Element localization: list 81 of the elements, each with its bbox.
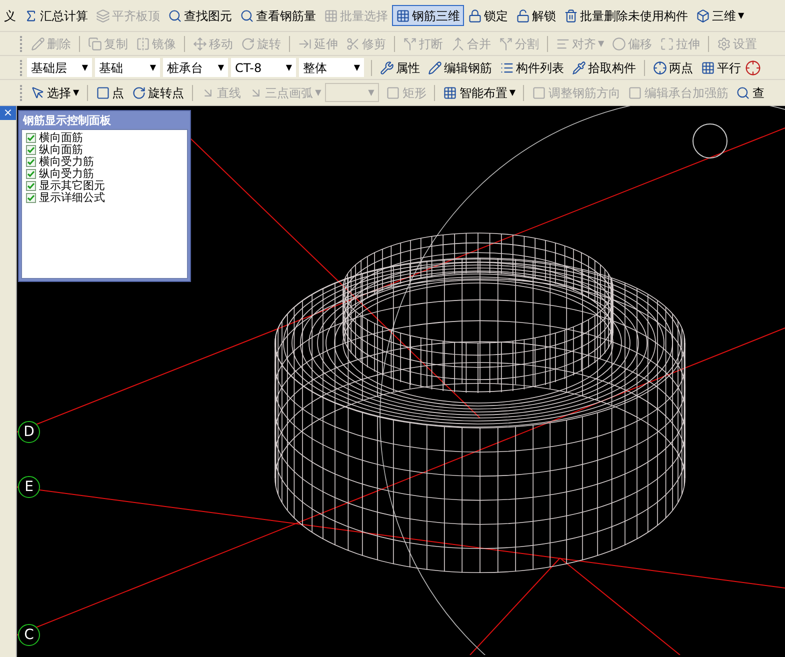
close-button[interactable]: × bbox=[0, 106, 16, 120]
pointer-icon bbox=[31, 86, 45, 100]
pivot-circle bbox=[692, 124, 728, 158]
search-icon bbox=[168, 8, 182, 22]
option-label: 显示详细公式 bbox=[39, 192, 105, 204]
extend-icon bbox=[298, 36, 312, 50]
copy-icon bbox=[88, 36, 102, 50]
crosshair-icon[interactable] bbox=[745, 60, 761, 76]
toolbar-button[interactable]: 点 bbox=[92, 82, 128, 103]
checkbox-icon bbox=[96, 86, 110, 100]
pencil-icon bbox=[428, 60, 442, 74]
rectangle-icon bbox=[386, 86, 400, 100]
properties-icon bbox=[380, 60, 394, 74]
rotate-icon bbox=[241, 36, 255, 50]
pencil-icon bbox=[31, 36, 45, 50]
toolbar-button[interactable]: 解锁 bbox=[512, 5, 560, 26]
merge-icon bbox=[451, 36, 465, 50]
checkbox[interactable] bbox=[26, 157, 36, 167]
axis-marker: D bbox=[18, 421, 40, 443]
toolbar-button[interactable]: 编辑钢筋 bbox=[424, 57, 496, 78]
lock-icon bbox=[468, 8, 482, 22]
toolbar-button[interactable]: 查 bbox=[732, 82, 768, 103]
toolbar-button[interactable]: 义 bbox=[0, 5, 20, 26]
toolbar-button[interactable]: 查找图元 bbox=[164, 5, 236, 26]
toolbar-button[interactable]: 旋转点 bbox=[128, 82, 188, 103]
search-icon bbox=[736, 86, 750, 100]
grid-icon bbox=[443, 86, 458, 100]
sigma-icon bbox=[24, 8, 38, 22]
align-icon bbox=[556, 36, 570, 50]
toolbar-button[interactable]: 拾取构件 bbox=[568, 57, 640, 78]
option-label: 横向面筋 bbox=[39, 132, 83, 144]
checkbox[interactable] bbox=[26, 193, 36, 203]
axis-marker: C bbox=[18, 624, 40, 646]
dropdown[interactable]: 桩承台 ▼ bbox=[163, 58, 228, 77]
cube-icon bbox=[696, 8, 710, 22]
stretch-icon bbox=[660, 36, 674, 50]
checkbox[interactable] bbox=[26, 145, 36, 155]
settings-icon bbox=[717, 36, 732, 50]
rotate-icon bbox=[132, 86, 146, 100]
option-label: 纵向受力筋 bbox=[39, 168, 94, 180]
toolbar-button[interactable]: 属性 bbox=[376, 57, 424, 78]
search-icon bbox=[240, 8, 254, 22]
mirror-icon bbox=[136, 36, 150, 50]
scissors-icon bbox=[346, 36, 360, 50]
unlock-icon bbox=[516, 8, 530, 22]
dropdown[interactable]: CT-8 ▼ bbox=[231, 58, 296, 77]
checkbox[interactable] bbox=[26, 169, 36, 179]
layers-icon bbox=[96, 8, 110, 22]
grid-icon bbox=[396, 8, 410, 22]
split-icon bbox=[403, 36, 417, 50]
toolbar-button[interactable]: 平行 bbox=[697, 57, 745, 78]
toolbar-button[interactable]: 构件列表 bbox=[496, 57, 568, 78]
axis-marker: E bbox=[18, 476, 40, 498]
panel-title: 钢筋显示控制面板 bbox=[22, 113, 112, 129]
trash-icon bbox=[564, 8, 578, 22]
pipette-icon bbox=[572, 60, 586, 74]
grid-icon bbox=[324, 8, 338, 22]
checkbox[interactable] bbox=[26, 133, 36, 143]
toolbar-button[interactable]: 两点 bbox=[649, 57, 697, 78]
checkbox[interactable] bbox=[26, 181, 36, 191]
move-icon bbox=[193, 36, 207, 50]
toolbar-button[interactable]: 批量删除未使用构件 bbox=[560, 5, 692, 26]
toolbar-button[interactable]: 查看钢筋量 bbox=[236, 5, 320, 26]
toolbar-button[interactable]: 选择 ▼ bbox=[27, 82, 84, 103]
toolbar-button[interactable]: 钢筋三维 bbox=[392, 5, 464, 26]
option-label: 显示其它图元 bbox=[39, 180, 105, 192]
dropdown[interactable]: 整体 ▼ bbox=[299, 58, 364, 77]
circle-icon bbox=[612, 36, 626, 50]
split-icon bbox=[499, 36, 513, 50]
crosshair-icon bbox=[653, 60, 667, 74]
dropdown[interactable]: 基础 ▼ bbox=[95, 58, 160, 77]
option-label: 纵向面筋 bbox=[39, 144, 83, 156]
toolbar-button[interactable]: 锁定 bbox=[464, 5, 512, 26]
option-label: 横向受力筋 bbox=[39, 156, 94, 168]
toolbar-button[interactable]: 汇总计算 bbox=[20, 5, 92, 26]
frame-icon bbox=[532, 86, 546, 100]
dropdown[interactable]: 基础层 ▼ bbox=[27, 58, 92, 77]
toolbar-button[interactable]: 三维 ▼ bbox=[692, 5, 748, 26]
toolbar-button[interactable]: 智能布置 ▼ bbox=[439, 82, 520, 103]
frame-icon bbox=[628, 86, 642, 100]
grid-icon bbox=[701, 60, 715, 74]
